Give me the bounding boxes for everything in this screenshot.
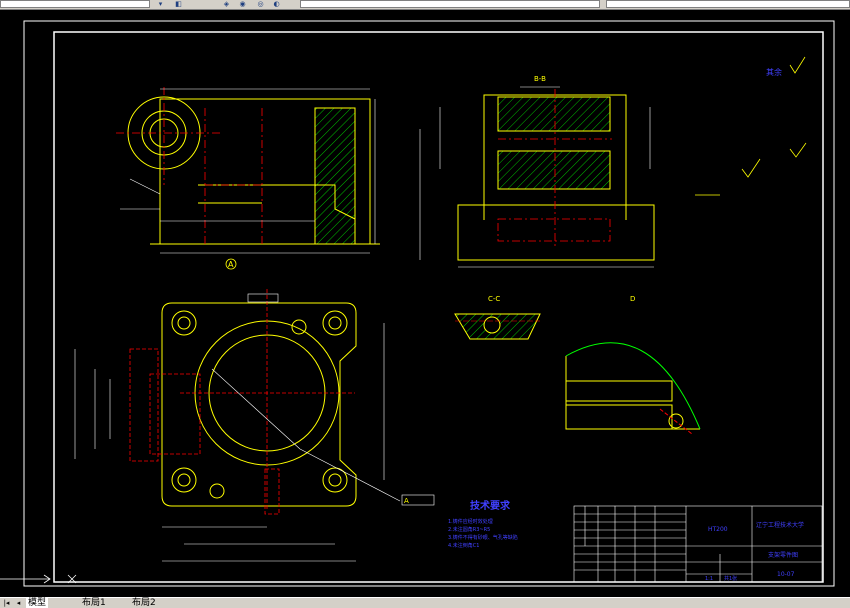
view-label-2: C-C: [488, 295, 500, 303]
cad-drawing: A B-B 其余 A C-C D 技术要求 1.铸件应经时效处理 2.未注圆角R…: [0, 20, 835, 587]
plan-view-hidden: [129, 289, 355, 515]
property-dropdown[interactable]: [300, 0, 600, 8]
sheet-outer-border: [23, 20, 835, 587]
toolbar-icon-4[interactable]: ◎: [256, 0, 265, 8]
tech-req-title: 技术要求: [470, 499, 511, 512]
tb-scale-1: 1:1: [705, 576, 713, 582]
sheet-inner-border: [53, 31, 824, 583]
roughness-note: 其余: [766, 67, 782, 77]
view-label-3: D: [630, 295, 635, 303]
view-label-1: B-B: [534, 75, 546, 83]
layer-dropdown-icon[interactable]: ▾: [156, 0, 165, 8]
plan-view: [161, 302, 357, 507]
front-view-centerlines: [116, 87, 263, 244]
plan-view-dims: [74, 323, 401, 562]
layer-dropdown[interactable]: 0: [0, 0, 150, 18]
layout-tabbar: |◂ ◂ 模型 布局1 布局2: [0, 597, 850, 608]
front-view: [127, 96, 380, 245]
toolbar-icon-2[interactable]: ◈: [222, 0, 231, 8]
toolbar-icon-5[interactable]: ◐: [272, 0, 281, 8]
front-hatch: [314, 107, 356, 245]
roughness-symbol: [789, 56, 806, 74]
tech-req-line-1: 1.铸件应经时效处理: [448, 518, 493, 525]
section-a-label: A: [228, 260, 234, 269]
tb-drawing-no: 10-07: [777, 571, 795, 578]
toolbar-icon-1[interactable]: ◧: [174, 0, 183, 8]
side-view: [457, 94, 655, 261]
drawing-canvas[interactable]: A B-B 其余 A C-C D 技术要求 1.铸件应经时效处理 2.未注圆角R…: [0, 9, 850, 597]
tb-scale-2: 共1张: [724, 575, 737, 582]
surface-symbol-1: [741, 158, 761, 178]
linetype-dropdown[interactable]: [606, 0, 850, 8]
tb-company: 辽宁工程技术大学: [756, 521, 804, 529]
side-hatch-top: [497, 96, 611, 132]
detail-view: [565, 342, 701, 435]
surface-symbol-2: [789, 142, 807, 158]
tech-requirements: 技术要求 1.铸件应经时效处理 2.未注圆角R3~R5 3.铸件不得有砂眼、气孔…: [448, 499, 518, 549]
detail-label: A: [404, 497, 409, 505]
toolbar-icon-3[interactable]: ◉: [238, 0, 247, 8]
section-view-small: [454, 313, 541, 340]
top-datum-box: [247, 293, 279, 303]
tb-part-name: 支架零件图: [768, 551, 798, 559]
tech-req-line-3: 3.铸件不得有砂眼、气孔等缺陷: [448, 534, 518, 541]
side-hatch-bottom: [497, 150, 611, 190]
tech-req-line-4: 4.未注倒角C1: [448, 542, 479, 549]
tb-material: HT200: [708, 526, 728, 533]
tech-req-line-2: 2.未注圆角R3~R5: [448, 526, 490, 533]
